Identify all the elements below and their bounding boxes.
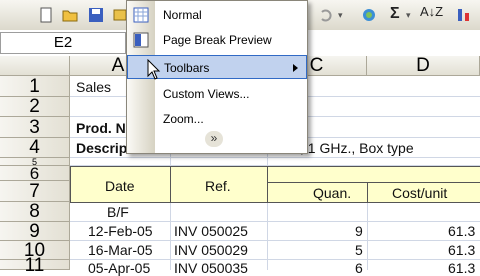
cell-c4[interactable]: , 1 GHz., Box type	[300, 140, 414, 156]
menu-item-label: Toolbars	[164, 61, 210, 75]
undo-dropdown-icon[interactable]: ▾	[338, 10, 343, 21]
cell-b9[interactable]: INV 050025	[174, 223, 248, 239]
menu-item-label: Normal	[163, 8, 202, 22]
cell-b11[interactable]: INV 050035	[174, 260, 248, 276]
menu-item-normal[interactable]: Normal	[127, 3, 307, 27]
cell-quan-header[interactable]: Quan.	[313, 185, 351, 201]
cell-a3[interactable]: Prod. N	[76, 120, 126, 136]
page-break-preview-icon	[133, 32, 149, 48]
new-document-icon[interactable]	[38, 7, 54, 23]
expand-menu-chevron-icon[interactable]: »	[205, 131, 223, 147]
menu-item-page-break-preview[interactable]: Page Break Preview	[127, 28, 307, 52]
cell-c11[interactable]: 6	[355, 260, 363, 276]
name-box[interactable]: E2	[0, 32, 126, 54]
save-icon[interactable]	[88, 7, 104, 23]
row-header-1[interactable]: 1	[0, 76, 70, 97]
view-menu: Normal Page Break Preview Toolbars Custo…	[126, 0, 308, 154]
sort-ascending-icon[interactable]: A↓Z	[420, 4, 443, 19]
mouse-cursor-icon	[147, 59, 161, 80]
menu-item-custom-views[interactable]: Custom Views...	[127, 82, 307, 106]
open-folder-icon[interactable]	[62, 7, 78, 23]
row-header-3[interactable]: 3	[0, 117, 70, 138]
autosum-icon[interactable]: Σ	[390, 5, 400, 23]
sort-descending-icon[interactable]	[456, 7, 472, 23]
row-header-6[interactable]: 6	[0, 165, 70, 182]
cell-a10[interactable]: 16-Mar-05	[88, 242, 153, 258]
undo-icon[interactable]	[318, 7, 334, 23]
cell-a1[interactable]: Sales	[76, 79, 111, 95]
autosum-dropdown-icon[interactable]: ▾	[406, 10, 411, 21]
cell-date-header[interactable]: Date	[105, 178, 135, 194]
menu-item-zoom[interactable]: Zoom...	[127, 107, 307, 131]
cell-d11[interactable]: 61.3	[448, 260, 475, 276]
cell-cost-header[interactable]: Cost/unit	[392, 185, 447, 201]
submenu-arrow-icon	[293, 64, 298, 72]
cell-d9[interactable]: 61.3	[448, 223, 475, 239]
cell-c9[interactable]: 9	[355, 223, 363, 239]
cell-a4[interactable]: Descrip	[76, 140, 127, 156]
row-header-8[interactable]: 8	[0, 202, 70, 222]
column-header-d[interactable]: D	[367, 56, 480, 76]
select-all-corner[interactable]	[0, 56, 70, 76]
row-header-7[interactable]: 7	[0, 181, 70, 202]
menu-item-label: Custom Views...	[163, 87, 250, 101]
hyperlink-icon[interactable]	[362, 7, 378, 23]
cell-b10[interactable]: INV 050029	[174, 242, 248, 258]
cell-c10[interactable]: 5	[355, 242, 363, 258]
row-header-11[interactable]: 11	[0, 256, 70, 275]
row-header-4[interactable]: 4	[0, 138, 70, 158]
cell-ref-header[interactable]: Ref.	[205, 178, 231, 194]
row-header-9[interactable]: 9	[0, 222, 70, 241]
cell-a9[interactable]: 12-Feb-05	[88, 223, 153, 239]
menu-item-label: Zoom...	[163, 112, 204, 126]
cell-a11[interactable]: 05-Apr-05	[88, 260, 150, 276]
menu-item-label: Page Break Preview	[163, 33, 272, 47]
cell-a8[interactable]: B/F	[107, 204, 129, 220]
cell-d10[interactable]: 61.3	[448, 242, 475, 258]
row-header-2[interactable]: 2	[0, 97, 70, 117]
normal-view-icon	[133, 7, 149, 23]
